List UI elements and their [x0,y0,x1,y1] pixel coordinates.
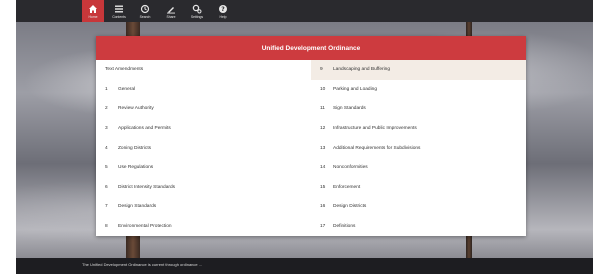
toc-item-number: 11 [320,106,325,112]
share-button[interactable]: Share [160,0,182,22]
search-icon [140,4,150,13]
toc-item-label: Applications and Permits [118,126,171,132]
toc-item[interactable]: 1 General [96,80,311,100]
toc-item-label: Infrastructure and Public Improvements [333,126,417,132]
footer-text: The Unified Development Ordinance is cur… [82,262,203,267]
toc-item-label: Sign Standards [333,106,366,112]
search-label: Search [139,14,151,19]
settings-label: Settings [190,14,204,19]
settings-button[interactable]: Settings [186,0,208,22]
help-button[interactable]: ? Help [212,0,234,22]
toc-item[interactable]: 11 Sign Standards [311,99,526,119]
toc-item-number: 9 [320,67,323,73]
share-label: Share [166,14,176,19]
toc-item-number: 2 [105,106,108,112]
toc-item-label: Additional Requirements for Subdivisions [333,145,421,151]
help-label: Help [219,14,227,19]
home-button[interactable]: Home [82,0,104,22]
toc-left-column: Text Amendments 1 General 2 Review Autho… [96,60,311,236]
app-frame: Home Contents Search Share Settings ? He… [16,0,593,274]
toc-item[interactable]: 13 Additional Requirements for Subdivisi… [311,138,526,158]
toc-item-label: Enforcement [333,184,361,190]
toc-item[interactable]: 8 Environmental Protection [96,217,311,237]
toc-item-number: 16 [320,204,326,210]
toc-item[interactable]: 6 District Intensity Standards [96,178,311,198]
toc-item-text-amendments[interactable]: Text Amendments [96,60,311,80]
toc-item-label: Design Standards [118,204,157,210]
list-icon [115,5,123,12]
toc-item-number: 1 [105,86,108,92]
toolbar: Home Contents Search Share Settings ? He… [16,0,593,22]
toc-item-label: Landscaping and Buffering [333,67,390,73]
toc-item[interactable]: 3 Applications and Permits [96,119,311,139]
toc-item-label: General [118,86,136,92]
contents-button[interactable]: Contents [108,0,130,22]
toc-item-label: Nonconformities [333,165,368,171]
search-button[interactable]: Search [134,0,156,22]
panel-title: Unified Development Ordinance [96,36,526,60]
toc-item-label: Definitions [333,224,356,230]
toc-item-number: 14 [320,165,326,171]
help-icon: ? [219,4,227,13]
contents-label: Contents [112,14,126,19]
toc-panel: Unified Development Ordinance Text Amend… [96,36,526,236]
home-label: Home [88,14,98,19]
toc-item-label: Use Regulations [118,165,154,171]
svg-text:?: ? [221,6,225,13]
toc-right-column: 9 Landscaping and Buffering 10 Parking a… [311,60,526,236]
toc-item-number: 10 [320,86,326,92]
toc-item-number: 3 [105,126,108,132]
toc-item-label: Environmental Protection [118,224,172,230]
toc-item[interactable]: 7 Design Standards [96,197,311,217]
toc-item[interactable]: 10 Parking and Loading [311,80,526,100]
toc-item-label: Parking and Loading [333,86,378,92]
toc-item-number: 7 [105,204,108,210]
gear-icon [192,4,202,14]
toc-item[interactable]: 17 Definitions [311,217,526,237]
toc-item-label: Design Districts [333,204,367,210]
toc-item-label: Text Amendments [105,67,144,73]
toc-item-label: Zoning Districts [118,145,152,151]
toc-item-label: District Intensity Standards [118,184,176,190]
toc-item[interactable]: 15 Enforcement [311,178,526,198]
toc-item[interactable]: 4 Zoning Districts [96,138,311,158]
toc-item[interactable]: 2 Review Authority [96,99,311,119]
toc-item[interactable]: 14 Nonconformities [311,158,526,178]
toc-item[interactable]: 5 Use Regulations [96,158,311,178]
toc-item[interactable]: 16 Design Districts [311,197,526,217]
share-icon [167,6,175,13]
toc-item-number: 13 [320,145,326,151]
toc-item-number: 8 [105,224,108,230]
toc-item-number: 6 [105,184,108,190]
toc-item-highlighted[interactable]: 9 Landscaping and Buffering [311,60,526,80]
toc-item-number: 4 [105,145,108,151]
toc-item-number: 17 [320,224,326,230]
toc-item-number: 15 [320,184,326,190]
toc-item[interactable]: 12 Infrastructure and Public Improvement… [311,119,526,139]
toc-item-label: Review Authority [118,106,154,112]
home-icon [89,4,97,13]
toc-item-number: 12 [320,126,326,132]
toc-list: Text Amendments 1 General 2 Review Autho… [96,60,526,236]
toc-item-number: 5 [105,165,108,171]
